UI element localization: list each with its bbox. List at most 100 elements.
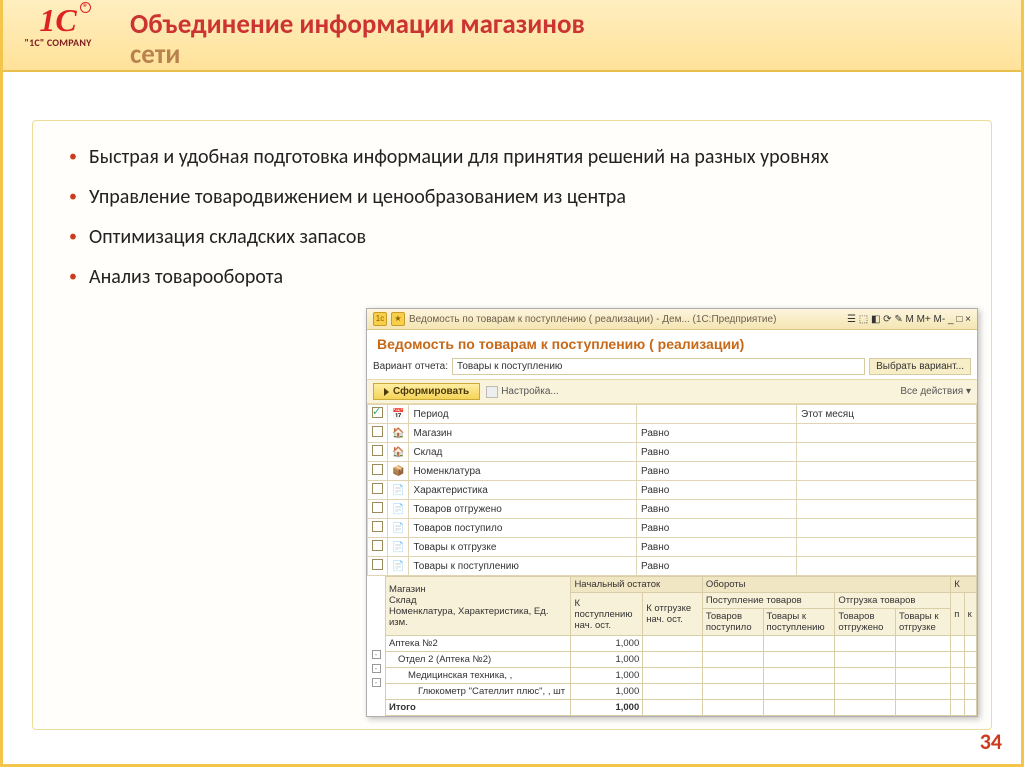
variant-input[interactable]: Товары к поступлению [452, 358, 865, 375]
filter-row[interactable]: 📄Товары к отгрузкеРавно [368, 538, 977, 557]
filter-value[interactable] [797, 481, 977, 500]
col-header: Товаров поступило [702, 609, 763, 636]
page-number: 34 [980, 728, 1002, 755]
filter-value[interactable] [797, 557, 977, 576]
bullet-item: Анализ товарооборота [63, 265, 961, 289]
app-window: 1c ★ Ведомость по товарам к поступлению … [366, 308, 978, 717]
filter-checkbox[interactable] [368, 405, 388, 424]
filter-op[interactable]: Равно [637, 519, 797, 538]
filter-value[interactable] [797, 538, 977, 557]
filter-value[interactable]: Этот месяц [797, 405, 977, 424]
filter-icon: 📦 [388, 462, 409, 481]
report-grid-wrap: - - - Магазин Склад Номенклатура, Характ… [367, 576, 977, 716]
filter-value[interactable] [797, 500, 977, 519]
h-nomen: Номенклатура, Характеристика, Ед. изм. [389, 606, 567, 628]
row-label: Аптека №2 [386, 636, 571, 652]
logo-text: 1C [39, 2, 76, 38]
filter-name: Товаров отгружено [409, 500, 637, 519]
bullet-list: Быстрая и удобная подготовка информации … [63, 145, 961, 289]
filter-row[interactable]: 📄Товары к поступлениюРавно [368, 557, 977, 576]
window-title: Ведомость по товарам к поступлению ( реа… [409, 314, 843, 325]
filter-icon: 📄 [388, 481, 409, 500]
filter-checkbox[interactable] [368, 443, 388, 462]
filter-icon: 📄 [388, 519, 409, 538]
filter-value[interactable] [797, 424, 977, 443]
filter-icon: 📄 [388, 557, 409, 576]
company-logo: 1C ® "1C" COMPANY [14, 4, 102, 49]
row-value: 1,000 [571, 684, 643, 700]
total-row: Итого1,000 [386, 700, 977, 716]
filter-icon: 📄 [388, 500, 409, 519]
table-row[interactable]: Глюкометр "Сателлит плюс", , шт1,000 [386, 684, 977, 700]
filter-checkbox[interactable] [368, 481, 388, 500]
filter-op[interactable] [637, 405, 797, 424]
row-value: 1,000 [571, 652, 643, 668]
select-variant-button[interactable]: Выбрать вариант... [869, 358, 971, 375]
tree-column: - - - [367, 576, 385, 716]
col-header: Начальный остаток [571, 577, 702, 593]
row-label: Медицинская техника, , [386, 668, 571, 684]
h: К отгрузке [646, 603, 691, 614]
title-line2: сети [130, 38, 180, 71]
col-header: Магазин Склад Номенклатура, Характеристи… [386, 577, 571, 636]
filter-op[interactable]: Равно [637, 481, 797, 500]
logo-1c-icon: 1C ® [39, 4, 76, 36]
filter-row[interactable]: 🏠МагазинРавно [368, 424, 977, 443]
registered-icon: ® [80, 2, 91, 13]
filter-name: Товары к отгрузке [409, 538, 637, 557]
table-row[interactable]: Аптека №21,000 [386, 636, 977, 652]
total-value: 1,000 [571, 700, 643, 716]
filter-checkbox[interactable] [368, 500, 388, 519]
tree-collapse-button[interactable]: - [372, 664, 381, 673]
filter-row[interactable]: 📦НоменклатураРавно [368, 462, 977, 481]
table-row[interactable]: Медицинская техника, ,1,000 [386, 668, 977, 684]
filter-icon: 📅 [388, 405, 409, 424]
filter-op[interactable]: Равно [637, 557, 797, 576]
report-grid: Магазин Склад Номенклатура, Характеристи… [385, 576, 977, 716]
star-icon[interactable]: ★ [391, 312, 405, 326]
col-header: к [964, 593, 976, 636]
settings-link[interactable]: Настройка... [486, 386, 559, 398]
h-sklad: Склад [389, 595, 567, 606]
window-titlebar[interactable]: 1c ★ Ведомость по товарам к поступлению … [367, 309, 977, 330]
col-header: К поступлению нач. ост. [571, 593, 643, 636]
row-value: 1,000 [571, 668, 643, 684]
filter-checkbox[interactable] [368, 519, 388, 538]
filter-value[interactable] [797, 443, 977, 462]
form-button-label: Сформировать [393, 386, 469, 397]
filter-checkbox[interactable] [368, 557, 388, 576]
filter-name: Товары к поступлению [409, 557, 637, 576]
filter-checkbox[interactable] [368, 462, 388, 481]
h: К [574, 598, 580, 609]
filter-icon: 🏠 [388, 443, 409, 462]
col-header: К [951, 577, 977, 593]
filter-op[interactable]: Равно [637, 538, 797, 557]
filter-name: Товаров поступило [409, 519, 637, 538]
tree-collapse-button[interactable]: - [372, 678, 381, 687]
app-1c-icon: 1c [373, 312, 387, 326]
filter-row[interactable]: 📄Товаров поступилоРавно [368, 519, 977, 538]
filter-op[interactable]: Равно [637, 424, 797, 443]
table-row[interactable]: Отдел 2 (Аптека №2)1,000 [386, 652, 977, 668]
h-magazin: Магазин [389, 584, 567, 595]
bullet-item: Быстрая и удобная подготовка информации … [63, 145, 961, 169]
filter-value[interactable] [797, 519, 977, 538]
form-button[interactable]: Сформировать [373, 383, 480, 400]
filter-op[interactable]: Равно [637, 462, 797, 481]
bullet-item: Оптимизация складских запасов [63, 225, 961, 249]
filter-op[interactable]: Равно [637, 500, 797, 519]
tree-collapse-button[interactable]: - [372, 650, 381, 659]
titlebar-buttons[interactable]: ☰ ⬚ ◧ ⟳ ✎ M M+ M- _ □ × [847, 314, 971, 325]
filter-op[interactable]: Равно [637, 443, 797, 462]
all-actions-link[interactable]: Все действия ▾ [900, 386, 971, 397]
filters-table: 📅ПериодЭтот месяц🏠МагазинРавно🏠СкладРавн… [367, 404, 977, 576]
filter-row[interactable]: 📅ПериодЭтот месяц [368, 405, 977, 424]
filter-checkbox[interactable] [368, 424, 388, 443]
variant-label: Вариант отчета: [373, 361, 448, 372]
filter-row[interactable]: 📄Товаров отгруженоРавно [368, 500, 977, 519]
filter-value[interactable] [797, 462, 977, 481]
filter-checkbox[interactable] [368, 538, 388, 557]
filter-row[interactable]: 📄ХарактеристикаРавно [368, 481, 977, 500]
filter-name: Характеристика [409, 481, 637, 500]
filter-row[interactable]: 🏠СкладРавно [368, 443, 977, 462]
